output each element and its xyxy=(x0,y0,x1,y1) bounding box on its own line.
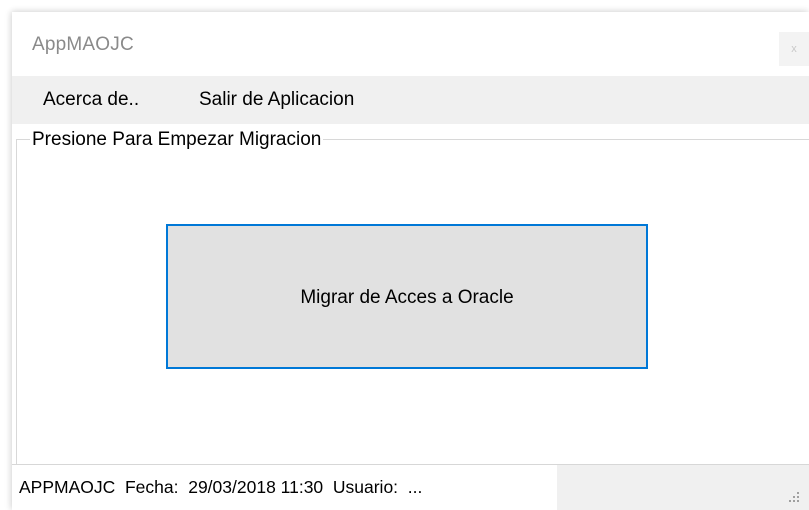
app-window: AppMAOJC x Acerca de.. Salir de Aplicaci… xyxy=(12,12,809,510)
status-bar: APPMAOJC Fecha: 29/03/2018 11:30 Usuario… xyxy=(12,464,809,510)
resize-grip-icon[interactable] xyxy=(785,488,801,504)
status-label: APPMAOJC Fecha: 29/03/2018 11:30 Usuario… xyxy=(19,477,423,497)
window-title: AppMAOJC xyxy=(32,34,134,55)
menu-item-salir-de-aplicacion[interactable]: Salir de Aplicacion xyxy=(199,76,354,124)
close-icon: x xyxy=(791,43,797,55)
migrate-button[interactable]: Migrar de Acces a Oracle xyxy=(166,224,648,369)
groupbox-border-left xyxy=(16,139,17,464)
groupbox-caption: Presione Para Empezar Migracion xyxy=(30,128,324,152)
status-label-area: APPMAOJC Fecha: 29/03/2018 11:30 Usuario… xyxy=(12,465,557,510)
main-panel: Presione Para Empezar Migracion Migrar d… xyxy=(12,124,809,464)
menu-item-acerca-de[interactable]: Acerca de.. xyxy=(43,76,139,124)
close-button[interactable]: x xyxy=(779,32,809,66)
menu-bar: Acerca de.. Salir de Aplicacion xyxy=(12,76,809,124)
title-bar[interactable]: AppMAOJC x xyxy=(12,12,809,76)
